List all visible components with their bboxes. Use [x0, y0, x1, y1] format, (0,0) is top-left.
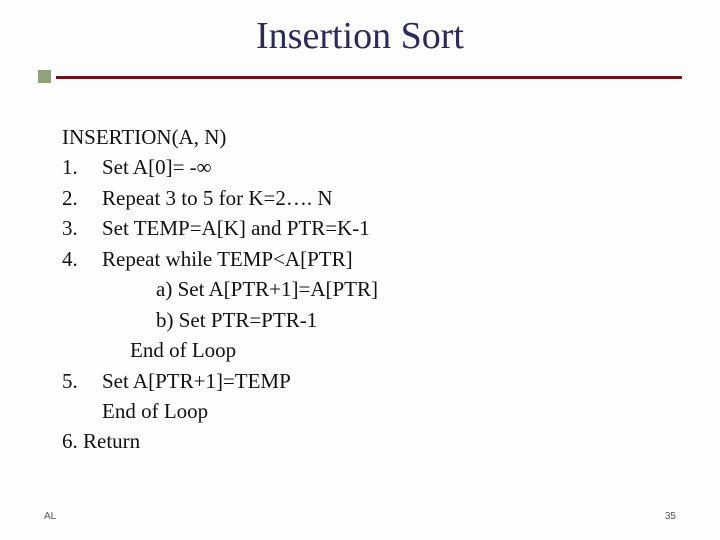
step-number: 5.	[62, 366, 102, 396]
horizontal-rule	[56, 76, 682, 79]
step-text: Repeat 3 to 5 for K=2…. N	[102, 183, 333, 213]
algo-end-loop: End of Loop	[62, 396, 720, 426]
slide: Insertion Sort INSERTION(A, N) 1. Set A[…	[0, 0, 720, 540]
decorative-square-icon	[38, 70, 51, 83]
step-text: Set A[PTR+1]=TEMP	[102, 366, 291, 396]
slide-title: Insertion Sort	[0, 0, 720, 66]
step-number: 1.	[62, 152, 102, 182]
title-rule	[38, 66, 682, 84]
step-text: Repeat while TEMP<A[PTR]	[102, 244, 353, 274]
algo-step: 6. Return	[62, 426, 720, 456]
slide-number: 35	[665, 511, 676, 522]
footer-left: AL	[44, 511, 56, 522]
step-text: Set A[0]= -∞	[102, 152, 212, 182]
algo-end-loop: End of Loop	[62, 335, 720, 365]
algorithm-body: INSERTION(A, N) 1. Set A[0]= -∞ 2. Repea…	[62, 122, 720, 457]
algo-step: 3. Set TEMP=A[K] and PTR=K-1	[62, 213, 720, 243]
algo-substep: a) Set A[PTR+1]=A[PTR]	[62, 274, 720, 304]
step-number: 3.	[62, 213, 102, 243]
algo-substep: b) Set PTR=PTR-1	[62, 305, 720, 335]
step-number: 4.	[62, 244, 102, 274]
algo-step: 1. Set A[0]= -∞	[62, 152, 720, 182]
algo-step: 5. Set A[PTR+1]=TEMP	[62, 366, 720, 396]
step-text: Set TEMP=A[K] and PTR=K-1	[102, 213, 370, 243]
step-number: 2.	[62, 183, 102, 213]
algo-step: 4. Repeat while TEMP<A[PTR]	[62, 244, 720, 274]
algo-step: 2. Repeat 3 to 5 for K=2…. N	[62, 183, 720, 213]
algo-header: INSERTION(A, N)	[62, 122, 720, 152]
